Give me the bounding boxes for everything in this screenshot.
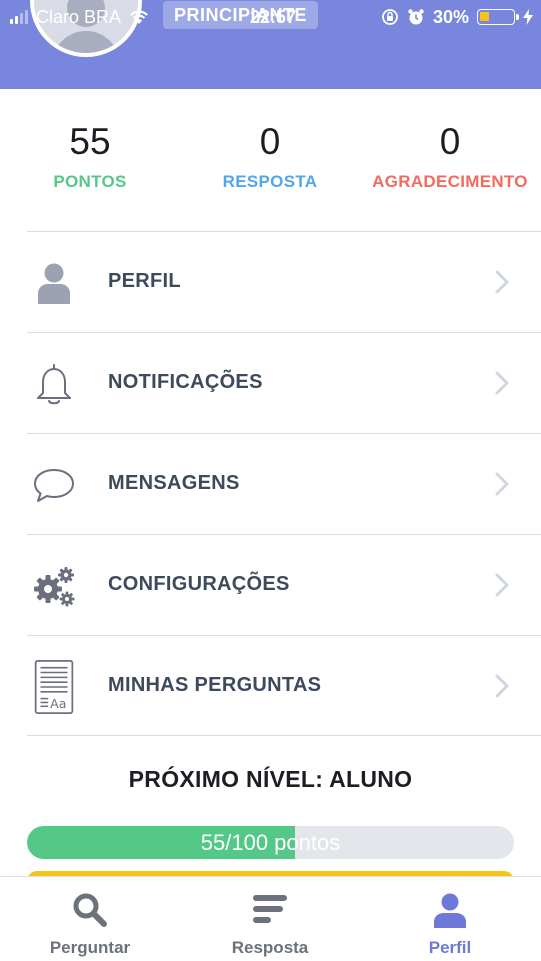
carrier-name: Claro BRA [36,6,122,27]
chevron-right-icon [495,674,509,698]
menu-item-profile[interactable]: PERFIL [27,231,541,332]
stat-value: 55 [69,121,111,162]
battery-level [480,12,489,21]
user-icon [31,260,77,306]
battery-percent: 30% [432,6,469,27]
stat-label: PONTOS [53,172,127,191]
menu-item-label: NOTIFICAÇÕES [108,371,263,393]
svg-text:Aa: Aa [50,696,66,711]
user-icon [431,891,469,929]
stat-thanks: 0 AGRADECIMENTO [360,118,540,192]
status-bar-right: 30% [381,5,533,29]
stat-label: RESPOSTA [222,172,318,191]
menu-item-label: PERFIL [108,270,181,292]
gears-icon [31,563,77,609]
search-icon [71,891,109,929]
menu-item-my-questions[interactable]: Aa MINHAS PERGUNTAS [27,635,541,736]
stat-value: 0 [259,121,281,162]
alarm-icon [408,9,424,25]
chevron-right-icon [495,371,509,395]
orientation-lock-icon [382,9,398,25]
stat-label: AGRADECIMENTO [372,172,528,191]
charging-icon [523,9,533,25]
level-progress-text: 55/100 pontos [200,830,341,855]
profile-header: PRINCIPIANTE Claro BRA 22:57 30% [0,0,541,89]
menu-item-label: MINHAS PERGUNTAS [108,674,322,696]
tab-bar: Perguntar Resposta Perfil [0,876,541,960]
answer-lines-icon [251,891,289,929]
status-time: 22:57 [249,7,297,27]
chevron-right-icon [495,472,509,496]
profile-menu: PERFIL NOTIFICAÇÕES MENSAGENS CONFIGURAÇ… [27,231,541,736]
wifi-icon [130,10,149,24]
status-bar-left: Claro BRA [10,5,149,29]
tab-label: Resposta [231,938,309,957]
bell-icon [31,361,77,407]
stat-points: 55 PONTOS [0,118,180,192]
tab-label: Perguntar [49,938,131,957]
level-progress-bar: 55/100 pontos [27,826,514,859]
menu-item-label: CONFIGURAÇÕES [108,573,290,595]
tab-label: Perfil [428,938,472,957]
chat-bubble-icon [31,462,77,508]
chevron-right-icon [495,270,509,294]
signal-icon [10,10,28,24]
tab-ask[interactable]: Perguntar [0,877,180,961]
menu-item-label: MENSAGENS [108,472,240,494]
tab-answer[interactable]: Resposta [180,877,360,961]
menu-item-settings[interactable]: CONFIGURAÇÕES [27,534,541,635]
tab-profile[interactable]: Perfil [360,877,540,961]
battery-icon [477,9,519,25]
chevron-right-icon [495,573,509,597]
stat-value: 0 [439,121,461,162]
stat-answers: 0 RESPOSTA [180,118,360,192]
menu-item-notifications[interactable]: NOTIFICAÇÕES [27,332,541,433]
document-icon: Aa [31,660,77,714]
next-level-title: PRÓXIMO NÍVEL: ALUNO [128,766,413,792]
avatar-body [52,31,120,53]
menu-item-messages[interactable]: MENSAGENS [27,433,541,534]
